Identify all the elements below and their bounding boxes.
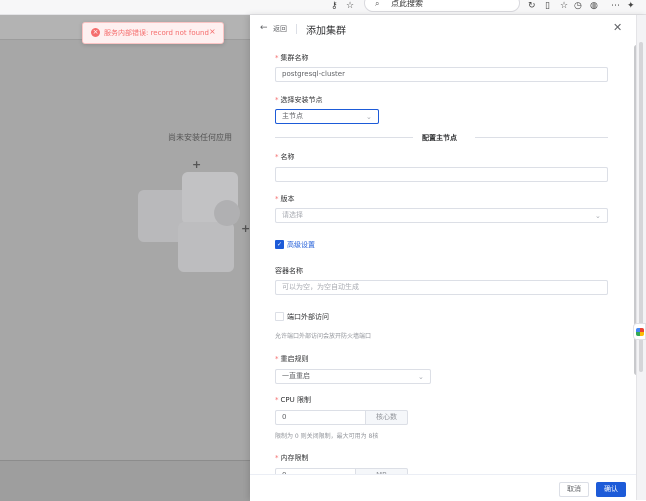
sidebar-extension-button[interactable] — [633, 323, 646, 340]
chevron-down-icon: ⌄ — [595, 212, 601, 220]
more-icon[interactable]: ⋯ — [611, 0, 620, 12]
version-label: * 版本 — [275, 195, 295, 203]
cpu-limit-hint: 限制为 0 则关闭限制，最大可用为 8核 — [275, 433, 379, 440]
plus-icon: + — [192, 158, 202, 171]
advanced-settings-checkbox[interactable]: ✓ — [275, 240, 284, 249]
error-icon: × — [91, 28, 100, 37]
restart-policy-label: * 重启规则 — [275, 355, 309, 363]
search-icon: ⌕ — [375, 0, 380, 8]
cluster-name-input[interactable]: postgresql-cluster — [275, 67, 608, 82]
browser-search-box[interactable]: ⌕ 点此搜索 — [364, 0, 520, 12]
install-node-label: * 选择安装节点 — [275, 96, 323, 104]
profile-avatar[interactable]: ◍ — [590, 0, 598, 12]
version-placeholder: 请选择 — [282, 211, 303, 219]
restart-policy-select[interactable]: 一直重启 ⌄ — [275, 369, 431, 384]
split-screen-icon[interactable]: ▯ — [545, 0, 550, 12]
background-footer — [0, 460, 250, 501]
install-node-select[interactable]: 主节点 ⌄ — [275, 109, 379, 124]
name-label: * 名称 — [275, 153, 295, 161]
back-button[interactable]: 返回 — [273, 24, 287, 34]
error-message: 服务内部错误: record not found — [104, 29, 209, 37]
port-external-checkbox[interactable] — [275, 312, 284, 321]
cpu-limit-unit: 核心数 — [366, 410, 408, 425]
cancel-button[interactable]: 取消 — [559, 482, 589, 497]
close-icon[interactable]: ✕ — [613, 21, 622, 34]
chevron-down-icon: ⌄ — [366, 113, 372, 121]
header-separator — [296, 24, 297, 34]
history-icon[interactable]: ◷ — [574, 0, 582, 12]
empty-state-text: 尚未安装任何应用 — [168, 133, 232, 142]
puzzle-illustration-icon — [178, 222, 234, 272]
star-icon[interactable]: ☆ — [346, 0, 354, 12]
confirm-button[interactable]: 确认 — [596, 482, 626, 497]
container-name-input[interactable]: 可以为空，为空自动生成 — [275, 280, 608, 295]
cpu-limit-label: * CPU 限制 — [275, 396, 311, 404]
restart-policy-value: 一直重启 — [282, 372, 310, 380]
toast-close-icon[interactable]: × — [209, 27, 216, 36]
install-node-value: 主节点 — [282, 112, 303, 120]
container-name-label: 容器名称 — [275, 267, 303, 275]
error-toast: × 服务内部错误: record not found × — [82, 22, 224, 44]
port-external-label[interactable]: 端口外部访问 — [287, 312, 329, 322]
drawer-title: 添加集群 — [306, 26, 346, 37]
name-input[interactable] — [275, 167, 608, 182]
back-arrow-icon[interactable]: ← — [260, 23, 268, 33]
section-divider-title: 配置主节点 — [422, 134, 457, 142]
plus-icon: + — [241, 222, 251, 235]
browser-search-placeholder: 点此搜索 — [391, 0, 423, 8]
extension-logo-icon — [636, 328, 644, 336]
memory-limit-label: * 内存限制 — [275, 454, 309, 462]
version-select[interactable]: 请选择 ⌄ — [275, 208, 608, 223]
drawer-footer: 取消 确认 — [250, 474, 646, 501]
section-divider-left — [275, 137, 413, 138]
key-icon[interactable]: ⚷ — [331, 0, 338, 12]
advanced-settings-label[interactable]: 高级设置 — [287, 240, 315, 250]
section-divider-right — [475, 137, 608, 138]
browser-toolbar: ⚷ ☆ ⌕ 点此搜索 ↻ ▯ ☆ ◷ ◍ ⋯ ✦ — [0, 0, 646, 15]
add-cluster-drawer: ← 返回 添加集群 ✕ * 集群名称 postgresql-cluster * 选择… — [250, 15, 646, 501]
chevron-down-icon: ⌄ — [418, 373, 424, 381]
favorites-icon[interactable]: ☆ — [560, 0, 568, 12]
puzzle-illustration-icon — [214, 200, 240, 226]
cpu-limit-input[interactable]: 0 — [275, 410, 366, 425]
edge-copilot-icon[interactable]: ✦ — [627, 0, 635, 12]
cluster-name-label: * 集群名称 — [275, 54, 309, 62]
refresh-icon[interactable]: ↻ — [528, 0, 536, 12]
port-external-hint: 允许端口外部访问会放开防火墙端口 — [275, 333, 372, 340]
